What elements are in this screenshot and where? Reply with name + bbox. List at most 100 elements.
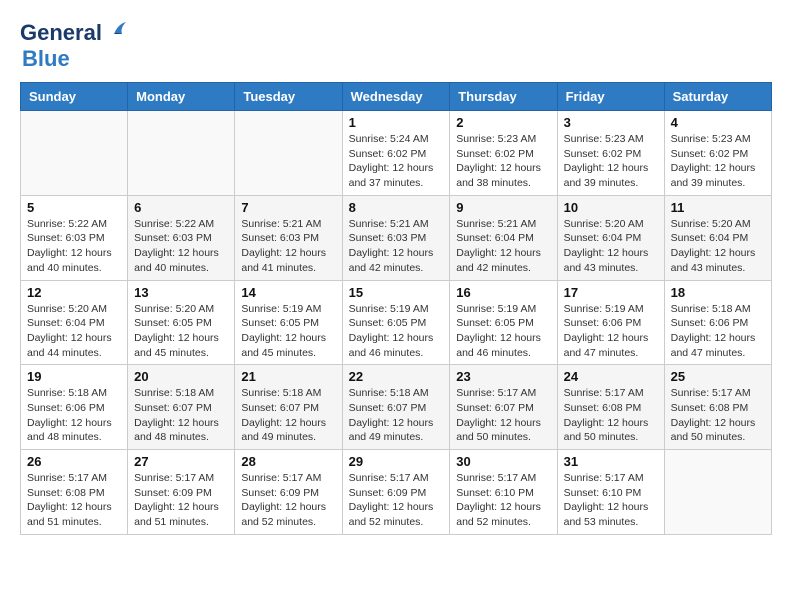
col-header-wednesday: Wednesday [342, 83, 450, 111]
day-number: 15 [349, 285, 444, 300]
col-header-tuesday: Tuesday [235, 83, 342, 111]
day-number: 13 [134, 285, 228, 300]
day-info: Sunrise: 5:17 AM Sunset: 6:08 PM Dayligh… [27, 471, 121, 530]
day-number: 22 [349, 369, 444, 384]
calendar-cell: 5 Sunrise: 5:22 AM Sunset: 6:03 PM Daylig… [21, 195, 128, 280]
calendar-cell: 7 Sunrise: 5:21 AM Sunset: 6:03 PM Daylig… [235, 195, 342, 280]
day-info: Sunrise: 5:23 AM Sunset: 6:02 PM Dayligh… [456, 132, 550, 191]
day-info: Sunrise: 5:17 AM Sunset: 6:09 PM Dayligh… [349, 471, 444, 530]
day-info: Sunrise: 5:23 AM Sunset: 6:02 PM Dayligh… [564, 132, 658, 191]
day-info: Sunrise: 5:24 AM Sunset: 6:02 PM Dayligh… [349, 132, 444, 191]
calendar-cell: 29 Sunrise: 5:17 AM Sunset: 6:09 PM Dayli… [342, 450, 450, 535]
calendar-table: SundayMondayTuesdayWednesdayThursdayFrid… [20, 82, 772, 535]
col-header-friday: Friday [557, 83, 664, 111]
calendar-cell: 20 Sunrise: 5:18 AM Sunset: 6:07 PM Dayli… [128, 365, 235, 450]
calendar-cell: 22 Sunrise: 5:18 AM Sunset: 6:07 PM Dayli… [342, 365, 450, 450]
logo: General Blue [20, 20, 128, 72]
calendar-cell: 27 Sunrise: 5:17 AM Sunset: 6:09 PM Dayli… [128, 450, 235, 535]
calendar-cell: 25Sunrise: 5:17 AM Sunset: 6:08 PM Dayli… [664, 365, 771, 450]
day-info: Sunrise: 5:18 AM Sunset: 6:06 PM Dayligh… [671, 302, 765, 361]
day-number: 12 [27, 285, 121, 300]
day-number: 7 [241, 200, 335, 215]
day-info: Sunrise: 5:17 AM Sunset: 6:07 PM Dayligh… [456, 386, 550, 445]
day-number: 2 [456, 115, 550, 130]
logo-bird-icon [106, 20, 128, 42]
calendar-week-2: 5 Sunrise: 5:22 AM Sunset: 6:03 PM Daylig… [21, 195, 772, 280]
day-number: 28 [241, 454, 335, 469]
day-info: Sunrise: 5:21 AM Sunset: 6:03 PM Dayligh… [241, 217, 335, 276]
day-number: 8 [349, 200, 444, 215]
col-header-saturday: Saturday [664, 83, 771, 111]
day-number: 29 [349, 454, 444, 469]
day-number: 26 [27, 454, 121, 469]
day-info: Sunrise: 5:22 AM Sunset: 6:03 PM Dayligh… [27, 217, 121, 276]
day-info: Sunrise: 5:22 AM Sunset: 6:03 PM Dayligh… [134, 217, 228, 276]
day-number: 19 [27, 369, 121, 384]
day-info: Sunrise: 5:20 AM Sunset: 6:04 PM Dayligh… [564, 217, 658, 276]
calendar-cell: 26 Sunrise: 5:17 AM Sunset: 6:08 PM Dayli… [21, 450, 128, 535]
calendar-cell: 10 Sunrise: 5:20 AM Sunset: 6:04 PM Dayli… [557, 195, 664, 280]
calendar-cell [235, 111, 342, 196]
day-info: Sunrise: 5:19 AM Sunset: 6:05 PM Dayligh… [349, 302, 444, 361]
day-info: Sunrise: 5:21 AM Sunset: 6:03 PM Dayligh… [349, 217, 444, 276]
day-number: 11 [671, 200, 765, 215]
day-info: Sunrise: 5:20 AM Sunset: 6:04 PM Dayligh… [27, 302, 121, 361]
calendar-cell: 6 Sunrise: 5:22 AM Sunset: 6:03 PM Daylig… [128, 195, 235, 280]
calendar-cell: 1 Sunrise: 5:24 AM Sunset: 6:02 PM Daylig… [342, 111, 450, 196]
day-number: 27 [134, 454, 228, 469]
day-number: 17 [564, 285, 658, 300]
calendar-cell: 19 Sunrise: 5:18 AM Sunset: 6:06 PM Dayli… [21, 365, 128, 450]
day-number: 31 [564, 454, 658, 469]
day-number: 6 [134, 200, 228, 215]
day-number: 30 [456, 454, 550, 469]
calendar-cell: 28 Sunrise: 5:17 AM Sunset: 6:09 PM Dayli… [235, 450, 342, 535]
calendar-cell: 13Sunrise: 5:20 AM Sunset: 6:05 PM Dayli… [128, 280, 235, 365]
day-info: Sunrise: 5:18 AM Sunset: 6:07 PM Dayligh… [241, 386, 335, 445]
day-info: Sunrise: 5:17 AM Sunset: 6:10 PM Dayligh… [564, 471, 658, 530]
day-info: Sunrise: 5:17 AM Sunset: 6:08 PM Dayligh… [564, 386, 658, 445]
day-info: Sunrise: 5:18 AM Sunset: 6:06 PM Dayligh… [27, 386, 121, 445]
day-info: Sunrise: 5:17 AM Sunset: 6:08 PM Dayligh… [671, 386, 765, 445]
day-info: Sunrise: 5:20 AM Sunset: 6:04 PM Dayligh… [671, 217, 765, 276]
day-info: Sunrise: 5:18 AM Sunset: 6:07 PM Dayligh… [134, 386, 228, 445]
day-info: Sunrise: 5:19 AM Sunset: 6:06 PM Dayligh… [564, 302, 658, 361]
day-number: 10 [564, 200, 658, 215]
calendar-cell [21, 111, 128, 196]
calendar-cell: 3Sunrise: 5:23 AM Sunset: 6:02 PM Daylig… [557, 111, 664, 196]
day-number: 9 [456, 200, 550, 215]
calendar-cell: 30 Sunrise: 5:17 AM Sunset: 6:10 PM Dayli… [450, 450, 557, 535]
day-number: 20 [134, 369, 228, 384]
day-info: Sunrise: 5:21 AM Sunset: 6:04 PM Dayligh… [456, 217, 550, 276]
day-info: Sunrise: 5:17 AM Sunset: 6:09 PM Dayligh… [241, 471, 335, 530]
day-number: 16 [456, 285, 550, 300]
calendar-cell: 24 Sunrise: 5:17 AM Sunset: 6:08 PM Dayli… [557, 365, 664, 450]
day-info: Sunrise: 5:17 AM Sunset: 6:09 PM Dayligh… [134, 471, 228, 530]
calendar-week-5: 26 Sunrise: 5:17 AM Sunset: 6:08 PM Dayli… [21, 450, 772, 535]
col-header-monday: Monday [128, 83, 235, 111]
calendar-cell: 8 Sunrise: 5:21 AM Sunset: 6:03 PM Daylig… [342, 195, 450, 280]
day-info: Sunrise: 5:17 AM Sunset: 6:10 PM Dayligh… [456, 471, 550, 530]
day-number: 4 [671, 115, 765, 130]
day-number: 14 [241, 285, 335, 300]
day-number: 18 [671, 285, 765, 300]
calendar-cell: 21Sunrise: 5:18 AM Sunset: 6:07 PM Dayli… [235, 365, 342, 450]
calendar-header-row: SundayMondayTuesdayWednesdayThursdayFrid… [21, 83, 772, 111]
calendar-week-3: 12 Sunrise: 5:20 AM Sunset: 6:04 PM Dayli… [21, 280, 772, 365]
logo-blue: Blue [22, 46, 70, 71]
calendar-cell: 12 Sunrise: 5:20 AM Sunset: 6:04 PM Dayli… [21, 280, 128, 365]
calendar-cell: 16Sunrise: 5:19 AM Sunset: 6:05 PM Dayli… [450, 280, 557, 365]
day-number: 24 [564, 369, 658, 384]
day-number: 5 [27, 200, 121, 215]
calendar-cell: 14Sunrise: 5:19 AM Sunset: 6:05 PM Dayli… [235, 280, 342, 365]
calendar-cell: 11 Sunrise: 5:20 AM Sunset: 6:04 PM Dayli… [664, 195, 771, 280]
calendar-week-1: 1 Sunrise: 5:24 AM Sunset: 6:02 PM Daylig… [21, 111, 772, 196]
day-info: Sunrise: 5:18 AM Sunset: 6:07 PM Dayligh… [349, 386, 444, 445]
calendar-cell: 23Sunrise: 5:17 AM Sunset: 6:07 PM Dayli… [450, 365, 557, 450]
calendar-cell: 31 Sunrise: 5:17 AM Sunset: 6:10 PM Dayli… [557, 450, 664, 535]
calendar-cell: 2 Sunrise: 5:23 AM Sunset: 6:02 PM Daylig… [450, 111, 557, 196]
calendar-cell [128, 111, 235, 196]
col-header-sunday: Sunday [21, 83, 128, 111]
day-number: 1 [349, 115, 444, 130]
calendar-cell: 18 Sunrise: 5:18 AM Sunset: 6:06 PM Dayli… [664, 280, 771, 365]
page-header: General Blue [20, 20, 772, 72]
